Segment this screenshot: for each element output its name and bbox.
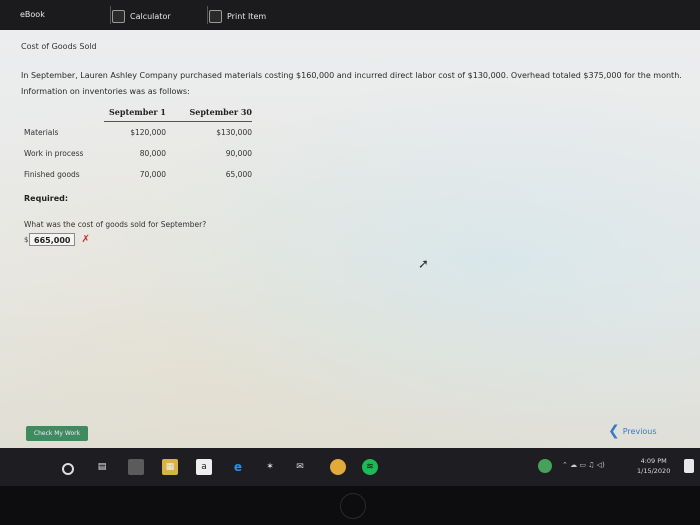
ebook-label: eBook bbox=[20, 10, 45, 19]
mail-icon[interactable]: ✉ bbox=[292, 459, 308, 475]
task-view-icon[interactable]: ▤ bbox=[94, 459, 110, 475]
store-icon[interactable]: ▦ bbox=[162, 459, 178, 475]
calculator-label: Calculator bbox=[130, 12, 171, 21]
question-text: What was the cost of goods sold for Sept… bbox=[24, 220, 207, 229]
previous-label: Previous bbox=[622, 426, 657, 436]
answer-row: $ 665,000 ✗ bbox=[24, 233, 90, 246]
cell-sep1: 70,000 bbox=[139, 170, 166, 179]
row-label: Work in process bbox=[24, 149, 84, 158]
clock-date: 1/15/2020 bbox=[637, 467, 671, 475]
row-label: Finished goods bbox=[24, 170, 80, 179]
column-header-sep1: September 1 bbox=[104, 104, 166, 122]
weather-icon[interactable] bbox=[538, 459, 552, 473]
table-row: Finished goods 70,000 65,000 bbox=[24, 164, 252, 185]
table-header-row: September 1 September 30 bbox=[24, 104, 252, 122]
ebook-tab[interactable]: eBook bbox=[20, 10, 45, 19]
toolbar-divider bbox=[207, 6, 208, 24]
cell-sep30: 90,000 bbox=[225, 149, 252, 158]
check-my-work-button[interactable]: Check My Work bbox=[26, 426, 88, 441]
print-icon bbox=[209, 10, 222, 23]
table-row: Materials $120,000 $130,000 bbox=[24, 122, 252, 144]
clock-time: 4:09 PM bbox=[640, 457, 667, 465]
hp-logo-icon bbox=[340, 493, 366, 519]
column-header-sep30: September 30 bbox=[166, 104, 252, 122]
row-label: Materials bbox=[24, 127, 59, 137]
system-clock[interactable]: 4:09 PM 1/15/2020 bbox=[637, 456, 670, 476]
table-header-blank bbox=[24, 104, 104, 122]
tray-icons[interactable]: ⌃ ☁ ▭ ♫ ◁) bbox=[562, 461, 605, 469]
cell-sep30: $130,000 bbox=[216, 128, 252, 137]
cell-sep1: $120,000 bbox=[130, 128, 166, 137]
calculator-icon bbox=[112, 10, 125, 23]
currency-symbol: $ bbox=[24, 235, 29, 244]
page-title: Cost of Goods Sold bbox=[21, 42, 97, 51]
required-heading: Required: bbox=[24, 194, 69, 203]
chevron-left-icon: ❮ bbox=[608, 423, 620, 439]
toolbar-divider bbox=[110, 6, 111, 24]
mouse-cursor-icon: ➚ bbox=[418, 257, 429, 272]
print-button[interactable]: Print Item bbox=[209, 10, 266, 23]
print-label: Print Item bbox=[227, 12, 267, 21]
windows-taskbar: ▤ ▦ a e ✶ ✉ ≋ ⌃ ☁ ▭ ♫ ◁) 4:09 PM 1/15/20… bbox=[0, 448, 700, 486]
inventory-table: September 1 September 30 Materials $120,… bbox=[24, 104, 252, 185]
cell-sep30: 65,000 bbox=[225, 170, 252, 179]
table-row: Work in process 80,000 90,000 bbox=[24, 143, 252, 164]
problem-text: In September, Lauren Ashley Company purc… bbox=[21, 71, 682, 96]
question-panel: Cost of Goods Sold In September, Lauren … bbox=[0, 30, 700, 448]
notification-icon[interactable] bbox=[684, 459, 694, 473]
amazon-icon[interactable]: a bbox=[196, 459, 212, 475]
file-explorer-icon[interactable] bbox=[128, 459, 144, 475]
windows-search-icon[interactable] bbox=[62, 463, 74, 475]
laptop-bezel bbox=[0, 486, 700, 525]
previous-button[interactable]: ❮ Previous bbox=[608, 423, 657, 439]
cell-sep1: 80,000 bbox=[139, 149, 166, 158]
spotify-icon[interactable]: ≋ bbox=[362, 459, 378, 475]
app-icon[interactable]: ✶ bbox=[262, 459, 278, 475]
answer-input[interactable]: 665,000 bbox=[29, 233, 76, 246]
calculator-button[interactable]: Calculator bbox=[112, 10, 171, 23]
edge-icon[interactable]: e bbox=[230, 459, 246, 475]
top-toolbar: eBook Calculator Print Item bbox=[0, 0, 700, 30]
incorrect-icon: ✗ bbox=[81, 234, 90, 245]
chrome-icon[interactable] bbox=[330, 459, 346, 475]
